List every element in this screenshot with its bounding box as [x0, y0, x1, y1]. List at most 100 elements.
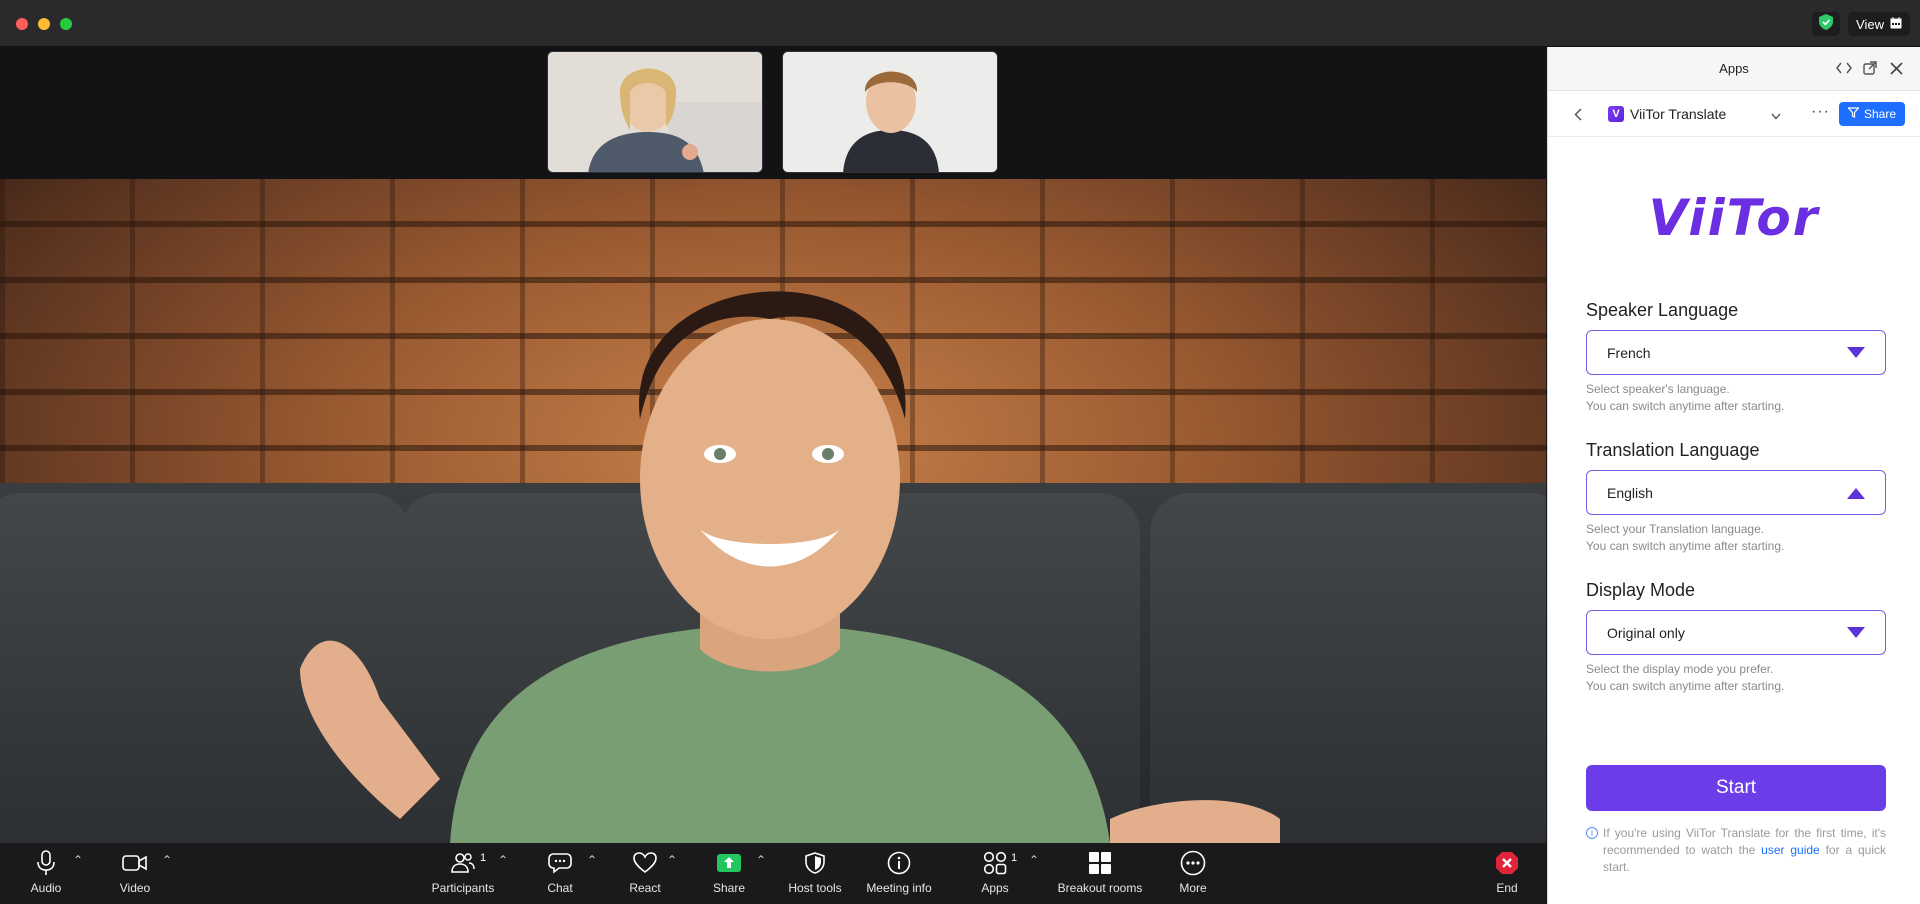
app-bar: V ViiTor Translate ··· Share [1548, 91, 1920, 137]
ellipsis-icon [1180, 849, 1206, 877]
view-label: View [1856, 16, 1884, 32]
calendar-icon [1890, 16, 1902, 32]
share-arrow-icon [716, 849, 742, 877]
speaker-language-value: French [1607, 345, 1651, 361]
display-mode-select[interactable]: Original only [1586, 610, 1886, 655]
app-name[interactable]: ViiTor Translate [1630, 106, 1726, 122]
close-window-button[interactable] [16, 18, 28, 30]
display-hint-line-1: Select the display mode you prefer. [1586, 662, 1774, 676]
end-meeting-button[interactable]: End [1492, 849, 1522, 901]
start-label: Start [1715, 777, 1757, 798]
security-status-button[interactable] [1812, 12, 1840, 36]
more-options-icon[interactable]: ··· [1811, 103, 1830, 121]
share-app-label: Share [1863, 107, 1897, 121]
react-button[interactable]: React [627, 849, 663, 901]
title-bar: View [0, 0, 1920, 47]
translation-hint-line-1: Select your Translation language. [1586, 522, 1765, 536]
breakout-rooms-button[interactable]: Breakout rooms [1055, 849, 1145, 901]
info-circle-icon: i [1586, 827, 1598, 839]
breakout-rooms-label: Breakout rooms [1057, 881, 1143, 895]
close-icon[interactable] [1885, 57, 1907, 79]
viitor-form: ViiTor Speaker Language French Select sp… [1548, 137, 1920, 904]
translation-language-select[interactable]: English [1586, 470, 1886, 515]
start-button[interactable]: Start [1586, 765, 1886, 811]
chat-icon [548, 849, 572, 877]
apps-button[interactable]: Apps [978, 849, 1012, 901]
react-label: React [629, 881, 661, 895]
viitor-logo: ViiTor [1548, 189, 1920, 247]
participant-video-1 [548, 52, 762, 172]
video-label: Video [119, 881, 151, 895]
chat-button[interactable]: Chat [544, 849, 576, 901]
meeting-info-button[interactable]: Meeting info [862, 849, 936, 901]
meeting-info-label: Meeting info [866, 881, 932, 895]
first-time-note: i If you're using ViiTor Translate for t… [1586, 825, 1886, 876]
active-speaker-video [0, 179, 1546, 843]
dropdown-arrow-up-icon [1847, 488, 1865, 499]
app-icon-letter: V [1612, 108, 1620, 120]
minimize-window-button[interactable] [38, 18, 50, 30]
view-button[interactable]: View [1848, 12, 1910, 36]
viitor-wordmark: ViiTor [1648, 189, 1820, 247]
funnel-icon [1847, 107, 1860, 121]
chat-label: Chat [547, 881, 573, 895]
chevron-down-icon[interactable] [1771, 107, 1781, 125]
microphone-icon [36, 849, 56, 877]
display-mode-value: Original only [1607, 625, 1685, 641]
translation-language-label: Translation Language [1586, 440, 1760, 460]
apps-label: Apps [981, 881, 1009, 895]
meeting-toolbar: Audio ⌃ Video ⌃ Participants 1 ⌃ Chat ⌃ [0, 843, 1546, 904]
video-area [0, 47, 1546, 843]
apps-panel: Apps V ViiTor Translate ··· Share ViiTor… [1547, 47, 1920, 904]
participants-options-caret[interactable]: ⌃ [498, 853, 508, 867]
apps-icon [983, 849, 1007, 877]
apps-count: 1 [1011, 852, 1018, 864]
share-app-button[interactable]: Share [1839, 102, 1905, 126]
host-shield-icon [805, 849, 825, 877]
maximize-window-button[interactable] [60, 18, 72, 30]
popout-icon[interactable] [1859, 57, 1881, 79]
display-hint-line-2: You can switch anytime after starting. [1586, 679, 1785, 693]
info-icon [887, 849, 911, 877]
heart-icon [633, 849, 657, 877]
audio-options-caret[interactable]: ⌃ [73, 853, 83, 867]
user-guide-link[interactable]: user guide [1761, 843, 1820, 857]
audio-label: Audio [30, 881, 62, 895]
video-button[interactable]: Video [114, 849, 156, 901]
dropdown-arrow-icon [1847, 627, 1865, 638]
audio-button[interactable]: Audio [26, 849, 66, 901]
react-options-caret[interactable]: ⌃ [667, 853, 677, 867]
translation-hint-line-2: You can switch anytime after starting. [1586, 539, 1785, 553]
display-mode-label: Display Mode [1586, 580, 1696, 600]
share-options-caret[interactable]: ⌃ [756, 853, 766, 867]
shield-icon [1819, 13, 1833, 35]
speaker-hint-line-1: Select speaker's language. [1586, 382, 1730, 396]
end-x-icon [1495, 849, 1519, 877]
camera-icon [122, 849, 148, 877]
participant-thumbnail-2[interactable] [782, 51, 998, 173]
code-icon[interactable] [1833, 57, 1855, 79]
grid-icon [1088, 849, 1112, 877]
speaker-language-label: Speaker Language [1586, 300, 1739, 320]
display-mode-hint: Select the display mode you prefer. You … [1586, 661, 1784, 695]
apps-options-caret[interactable]: ⌃ [1029, 853, 1039, 867]
back-chevron-icon[interactable] [1570, 105, 1586, 123]
speaker-figure [300, 291, 1280, 843]
participants-button[interactable]: Participants [427, 849, 499, 901]
share-screen-button[interactable]: Share [710, 849, 748, 901]
participant-thumbnail-1[interactable] [547, 51, 763, 173]
host-tools-label: Host tools [788, 881, 842, 895]
more-button[interactable]: More [1177, 849, 1209, 901]
more-label: More [1179, 881, 1207, 895]
speaker-language-hint: Select speaker's language. You can switc… [1586, 381, 1784, 415]
zoom-window: View Audio ⌃ Video ⌃ Participants 1 ⌃ Ch… [0, 0, 1920, 904]
host-tools-button[interactable]: Host tools [784, 849, 846, 901]
speaker-language-select[interactable]: French [1586, 330, 1886, 375]
translation-language-value: English [1607, 485, 1653, 501]
chat-options-caret[interactable]: ⌃ [587, 853, 597, 867]
end-label: End [1496, 881, 1518, 895]
apps-panel-header: Apps [1548, 47, 1920, 91]
video-options-caret[interactable]: ⌃ [162, 853, 172, 867]
participant-video-2 [783, 52, 997, 172]
speaker-hint-line-2: You can switch anytime after starting. [1586, 399, 1785, 413]
